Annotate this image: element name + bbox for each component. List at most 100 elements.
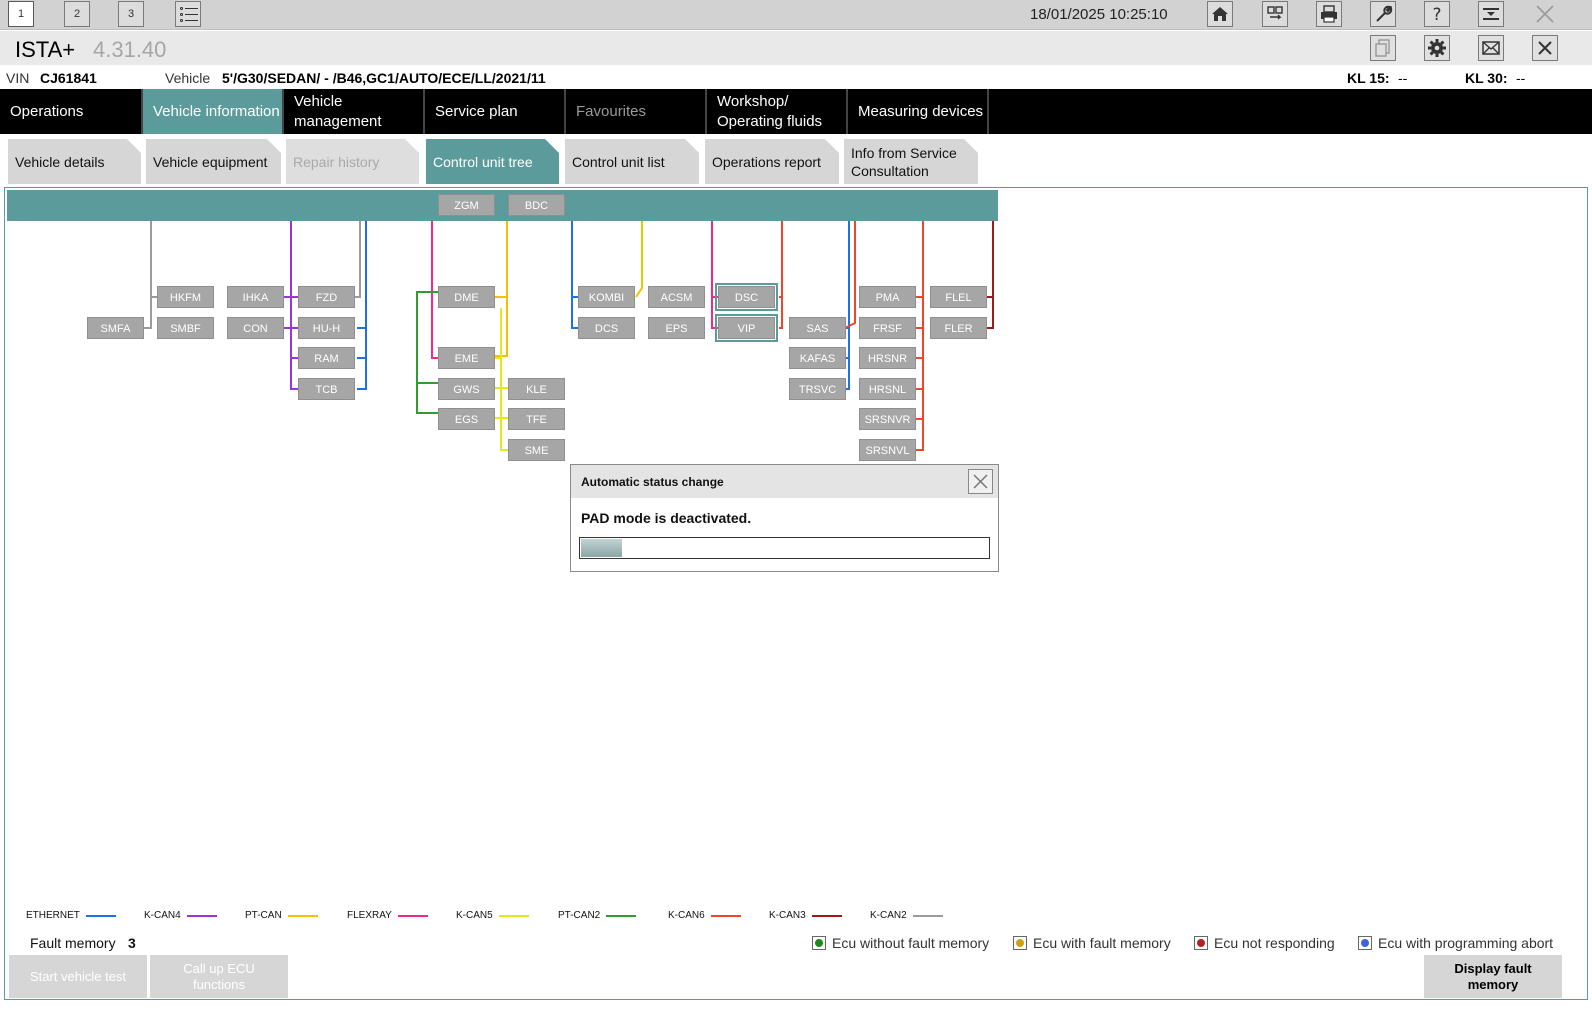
ecu-fler[interactable]: FLER — [930, 317, 987, 339]
svg-text:?: ? — [1432, 5, 1441, 25]
kl15-value: -- — [1398, 70, 1408, 86]
wrench-icon[interactable] — [1370, 1, 1396, 27]
window-close-icon[interactable] — [1532, 35, 1558, 61]
nav-measuring-devices[interactable]: Measuring devices — [848, 89, 989, 134]
legend-k-can3: K-CAN3 — [769, 910, 842, 921]
dialog-title: Automatic status change — [581, 475, 724, 489]
ecu-flel[interactable]: FLEL — [930, 286, 987, 308]
datetime: 18/01/2025 10:25:10 — [1030, 6, 1168, 23]
status-change-dialog: Automatic status change PAD mode is deac… — [570, 464, 999, 572]
ecu-kafas[interactable]: KAFAS — [789, 347, 846, 369]
ecu-vip[interactable]: VIP — [715, 314, 778, 342]
help-icon[interactable]: ? — [1424, 1, 1450, 27]
dialog-header: Automatic status change — [571, 465, 998, 498]
legend-flexray: FLEXRAY — [347, 910, 428, 921]
legend-pt-can2: PT-CAN2 — [558, 910, 637, 921]
ecu-hrsnl[interactable]: HRSNL — [859, 378, 916, 400]
status-ecu-not-responding: Ecu not responding — [1194, 935, 1335, 951]
ecu-kombi[interactable]: KOMBI — [578, 286, 635, 308]
gear-icon[interactable] — [1424, 35, 1450, 61]
ecu-con[interactable]: CON — [227, 317, 284, 339]
nav-vehicle-management[interactable]: Vehicle management — [284, 89, 425, 134]
ecu-trsvc[interactable]: TRSVC — [789, 378, 846, 400]
ecu-acsm[interactable]: ACSM — [648, 286, 705, 308]
ecu-kle[interactable]: KLE — [508, 378, 565, 400]
start-vehicle-test-button[interactable]: Start vehicle test — [9, 955, 147, 998]
legend-ethernet: ETHERNET — [26, 910, 116, 921]
app-version: 4.31.40 — [93, 37, 167, 62]
app-name: ISTA+ — [15, 37, 76, 62]
ecu-pma[interactable]: PMA — [859, 286, 916, 308]
legend-pt-can: PT-CAN — [245, 910, 318, 921]
vehicle-info-row: VIN CJ61841 Vehicle 5'/G30/SEDAN/ - /B46… — [0, 65, 1592, 89]
ecu-srsnvl[interactable]: SRSNVL — [859, 439, 916, 461]
ecu-smfa[interactable]: SMFA — [87, 317, 144, 339]
copy-icon[interactable] — [1370, 35, 1396, 61]
kl30-value: -- — [1516, 70, 1526, 86]
ecu-tfe[interactable]: TFE — [508, 408, 565, 430]
ecu-sme[interactable]: SME — [508, 439, 565, 461]
ecu-bdc[interactable]: BDC — [508, 194, 565, 216]
ecu-dcs[interactable]: DCS — [578, 317, 635, 339]
ecu-hu-h[interactable]: HU-H — [298, 317, 355, 339]
minimize-icon[interactable] — [1478, 1, 1504, 27]
legend-k-can4: K-CAN4 — [144, 910, 217, 921]
nav-vehicle-information[interactable]: Vehicle information — [143, 89, 284, 134]
ecu-frsf[interactable]: FRSF — [859, 317, 916, 339]
vin-label: VIN — [6, 70, 30, 86]
ecu-fzd[interactable]: FZD — [298, 286, 355, 308]
vin-value: CJ61841 — [40, 70, 97, 86]
sub-tabs: Vehicle details Vehicle equipment Repair… — [0, 134, 1592, 186]
main-navigation: Operations Vehicle information Vehicle m… — [0, 89, 1592, 134]
nav-service-plan[interactable]: Service plan — [425, 89, 566, 134]
mail-icon[interactable] — [1478, 35, 1504, 61]
ecu-egs[interactable]: EGS — [438, 408, 495, 430]
ecu-zgm[interactable]: ZGM — [438, 194, 495, 216]
dialog-progress-bar — [579, 537, 990, 559]
dealer-data-icon[interactable] — [1262, 1, 1288, 27]
tab-info-from-service-consultation[interactable]: Info from Service Consultation — [844, 139, 978, 184]
workspace-tab-3[interactable]: 3 — [118, 1, 144, 27]
kl15-label: KL 15: — [1347, 70, 1390, 86]
ecu-hkfm[interactable]: HKFM — [157, 286, 214, 308]
workspace-tab-2[interactable]: 2 — [64, 1, 90, 27]
ecu-ihka[interactable]: IHKA — [227, 286, 284, 308]
tab-vehicle-equipment[interactable]: Vehicle equipment — [146, 139, 281, 184]
call-up-ecu-functions-button[interactable]: Call up ECU functions — [150, 955, 288, 998]
legend-k-can2: K-CAN2 — [870, 910, 943, 921]
workspace-tab-1[interactable]: 1 — [8, 1, 34, 27]
ecu-eme[interactable]: EME — [438, 347, 495, 369]
nav-operations[interactable]: Operations — [0, 89, 143, 134]
fault-memory-count: 3 — [128, 935, 136, 951]
tab-vehicle-details[interactable]: Vehicle details — [8, 139, 141, 184]
tab-repair-history[interactable]: Repair history — [286, 139, 419, 184]
ecu-srsnvr[interactable]: SRSNVR — [859, 408, 916, 430]
ecu-dsc[interactable]: DSC — [715, 283, 778, 311]
ecu-gws[interactable]: GWS — [438, 378, 495, 400]
tab-operations-report[interactable]: Operations report — [705, 139, 839, 184]
ecu-ram[interactable]: RAM — [298, 347, 355, 369]
bus-lines — [141, 221, 994, 451]
nav-favourites[interactable]: Favourites — [566, 89, 707, 134]
tab-control-unit-tree[interactable]: Control unit tree — [426, 139, 559, 184]
status-ecu-programming-abort: Ecu with programming abort — [1358, 935, 1553, 951]
list-icon[interactable] — [175, 1, 201, 27]
dialog-close-icon[interactable] — [968, 469, 993, 494]
display-fault-memory-button[interactable]: Display fault memory — [1424, 955, 1562, 998]
ecu-hrsnr[interactable]: HRSNR — [859, 347, 916, 369]
legend-k-can6: K-CAN6 — [668, 910, 741, 921]
tab-control-unit-list[interactable]: Control unit list — [565, 139, 699, 184]
ecu-eps[interactable]: EPS — [648, 317, 705, 339]
ecu-tcb[interactable]: TCB — [298, 378, 355, 400]
status-ecu-without-fault: Ecu without fault memory — [812, 935, 989, 951]
print-icon[interactable] — [1316, 1, 1342, 27]
top-toolbar: 1 2 3 18/01/2025 10:25:10 ? — [0, 0, 1592, 30]
close-icon[interactable] — [1532, 1, 1558, 27]
ecu-smbf[interactable]: SMBF — [157, 317, 214, 339]
home-icon[interactable] — [1207, 1, 1233, 27]
dialog-message: PAD mode is deactivated. — [581, 510, 752, 526]
dialog-progress-fill — [581, 539, 622, 557]
nav-workshop-operating-fluids[interactable]: Workshop/ Operating fluids — [707, 89, 848, 134]
ecu-sas[interactable]: SAS — [789, 317, 846, 339]
ecu-dme[interactable]: DME — [438, 286, 495, 308]
